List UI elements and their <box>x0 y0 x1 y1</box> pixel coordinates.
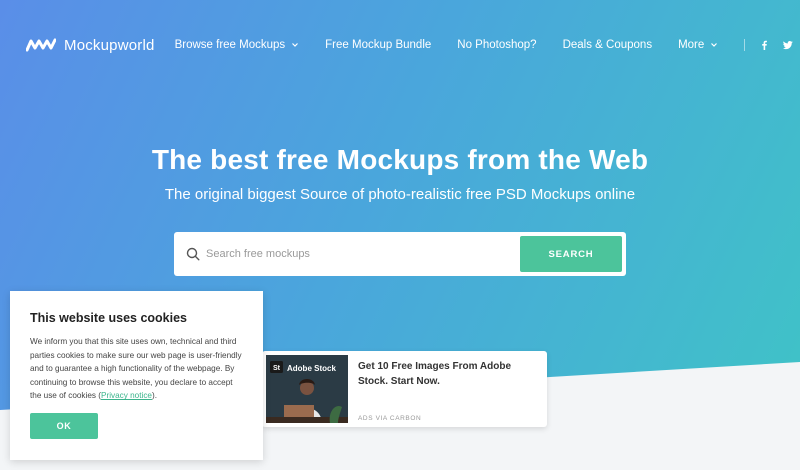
nav-item-label: No Photoshop? <box>457 39 537 51</box>
hero-title: The best free Mockups from the Web <box>151 144 649 175</box>
nav-more[interactable]: More <box>678 39 718 51</box>
cookie-text: We inform you that this site uses own, t… <box>30 335 243 403</box>
nav-item-label: More <box>678 39 705 51</box>
logo[interactable]: Mockupworld <box>26 37 155 54</box>
nav-deals-coupons[interactable]: Deals & Coupons <box>563 39 653 51</box>
cookie-notice: This website uses cookies We inform you … <box>10 291 263 460</box>
ad-image-label: Adobe Stock <box>287 364 336 373</box>
ad-headline[interactable]: Get 10 Free Images From Adobe Stock. Sta… <box>358 359 535 389</box>
ad-via-label[interactable]: ADS VIA CARBON <box>358 415 421 422</box>
privacy-notice-link[interactable]: Privacy notice <box>101 391 152 400</box>
nav-no-photoshop[interactable]: No Photoshop? <box>457 39 536 51</box>
facebook-icon[interactable] <box>759 40 769 50</box>
social-links <box>759 40 794 50</box>
nav-item-label: Free Mockup Bundle <box>325 39 432 51</box>
ad-text: Get 10 Free Images From Adobe Stock. Sta… <box>348 355 543 423</box>
cookie-text-end: ). <box>151 391 157 401</box>
cookie-ok-button[interactable]: OK <box>30 413 98 439</box>
search-form: SEARCH <box>174 232 626 276</box>
chevron-down-icon <box>292 43 299 47</box>
chevron-down-icon <box>711 43 718 47</box>
mw-logo-icon <box>26 38 56 52</box>
nav-item-label: Browse free Mockups <box>174 39 286 51</box>
cookie-title: This website uses cookies <box>30 311 188 325</box>
hero-subtitle: The original biggest Source of photo-rea… <box>164 186 636 203</box>
search-button[interactable]: SEARCH <box>520 236 622 272</box>
nav-divider <box>744 39 746 51</box>
logo-text: Mockupworld <box>64 36 155 54</box>
main-nav: Browse free Mockups Free Mockup Bundle N… <box>175 39 794 51</box>
search-icon <box>186 247 200 261</box>
site-header: Mockupworld Browse free Mockups Free Moc… <box>0 0 800 90</box>
adobe-stock-badge: St <box>273 365 280 372</box>
twitter-icon[interactable] <box>783 40 794 50</box>
ad-image[interactable]: St Adobe Stock <box>266 355 348 423</box>
nav-item-label: Deals & Coupons <box>562 39 653 51</box>
search-input[interactable] <box>206 239 520 269</box>
nav-browse-free-mockups[interactable]: Browse free Mockups <box>175 39 300 51</box>
carbon-ad[interactable]: St Adobe Stock Get 10 Free Images From A… <box>262 351 547 427</box>
nav-free-mockup-bundle[interactable]: Free Mockup Bundle <box>325 39 431 51</box>
